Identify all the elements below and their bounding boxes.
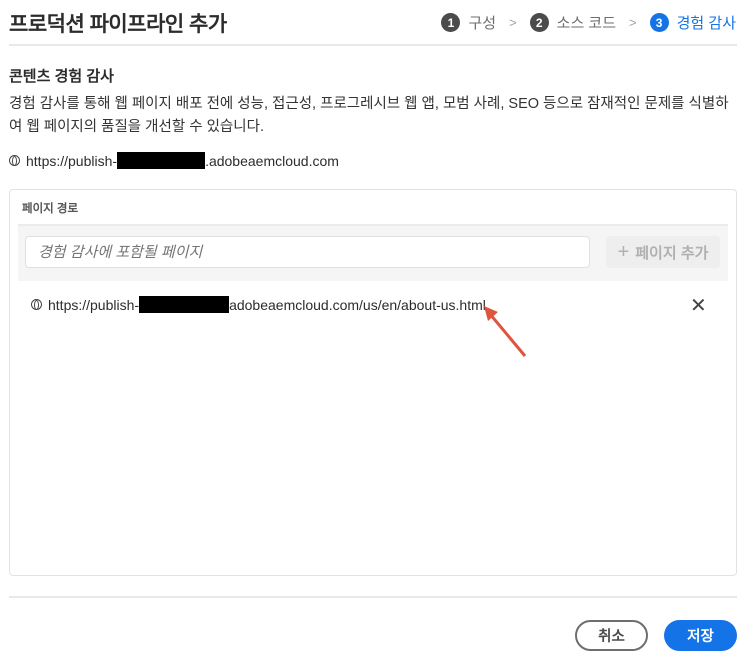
chevron-right-icon: >: [509, 15, 517, 30]
step-experience-audit: 3 경험 감사: [649, 12, 736, 33]
step-label: 소스 코드: [556, 15, 617, 32]
save-button[interactable]: 저장: [664, 620, 737, 651]
section-heading: 콘텐츠 경험 감사: [9, 68, 114, 85]
cancel-button[interactable]: 취소: [575, 620, 648, 651]
add-page-button[interactable]: + 페이지 추가: [606, 236, 720, 268]
redaction-box: [139, 296, 230, 313]
page-url-suffix: adobeaemcloud.com/us/en/about-us.html: [229, 297, 486, 313]
add-page-label: 페이지 추가: [635, 244, 709, 262]
step-label: 구성: [468, 15, 497, 32]
header-divider: [9, 44, 737, 46]
globe-icon: [9, 155, 20, 166]
plus-icon: +: [617, 240, 630, 263]
chevron-right-icon: >: [629, 15, 637, 30]
redaction-box: [117, 152, 206, 169]
remove-page-icon[interactable]: ✕: [690, 293, 707, 318]
step-configuration: 1 구성: [441, 12, 496, 33]
host-suffix: .adobeaemcloud.com: [205, 153, 339, 169]
wizard-steps: 1 구성 > 2 소스 코드 > 3 경험 감사: [441, 12, 736, 33]
section-description: 경험 감사를 통해 웹 페이지 배포 전에 성능, 접근성, 프로그레시브 웹 …: [9, 96, 729, 135]
page-path-input[interactable]: [25, 236, 590, 268]
globe-icon: [31, 299, 42, 310]
step-number: 1: [441, 13, 461, 32]
page-path-label: 페이지 경로: [22, 203, 79, 215]
step-label: 경험 감사: [676, 15, 736, 32]
host-prefix: https://publish-: [26, 153, 118, 169]
page-url-prefix: https://publish-: [48, 297, 140, 313]
dialog-title: 프로덕션 파이프라인 추가: [9, 13, 227, 36]
arrow-shaft: [488, 313, 527, 357]
step-number: 2: [529, 13, 549, 32]
step-number: 3: [649, 13, 669, 32]
page-list-item: https://publish-adobeaemcloud.com/us/en/…: [31, 296, 486, 313]
host-url: https://publish- .adobeaemcloud.com: [9, 152, 339, 169]
annotation-arrow: [484, 306, 527, 357]
step-source-code: 2 소스 코드: [529, 12, 617, 33]
footer-divider: [9, 596, 737, 598]
